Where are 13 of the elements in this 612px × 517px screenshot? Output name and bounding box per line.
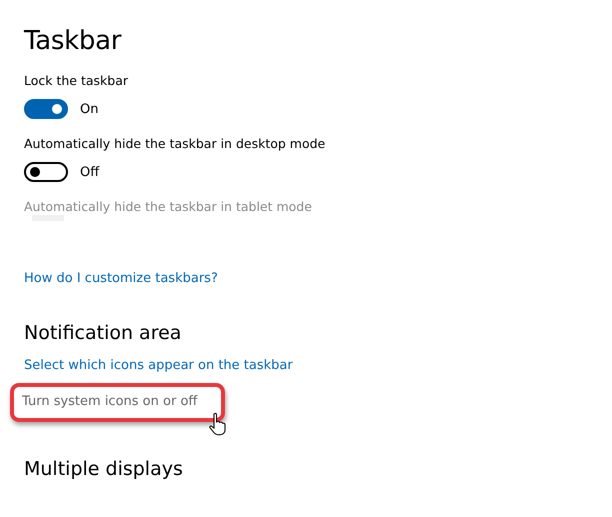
toggle-state: On — [80, 102, 98, 116]
section-heading: Multiple displays — [24, 458, 183, 480]
setting-label: Automatically hide the taskbar in desktop mode — [24, 136, 326, 151]
hand-cursor-icon — [209, 412, 228, 436]
toggle-switch[interactable] — [24, 162, 68, 182]
page-title: Taskbar — [24, 26, 122, 56]
toggle-state: Off — [80, 164, 100, 180]
settings-link[interactable]: Select which icons appear on the taskbar — [24, 358, 293, 373]
setting-label: Automatically hide the taskbar in tablet mode — [24, 199, 312, 214]
toggle-switch[interactable] — [24, 99, 68, 119]
help-link[interactable]: How do I customize taskbars? — [24, 271, 218, 286]
section-heading: Notification area — [24, 322, 182, 344]
setting-label: Lock the taskbar — [24, 73, 128, 88]
